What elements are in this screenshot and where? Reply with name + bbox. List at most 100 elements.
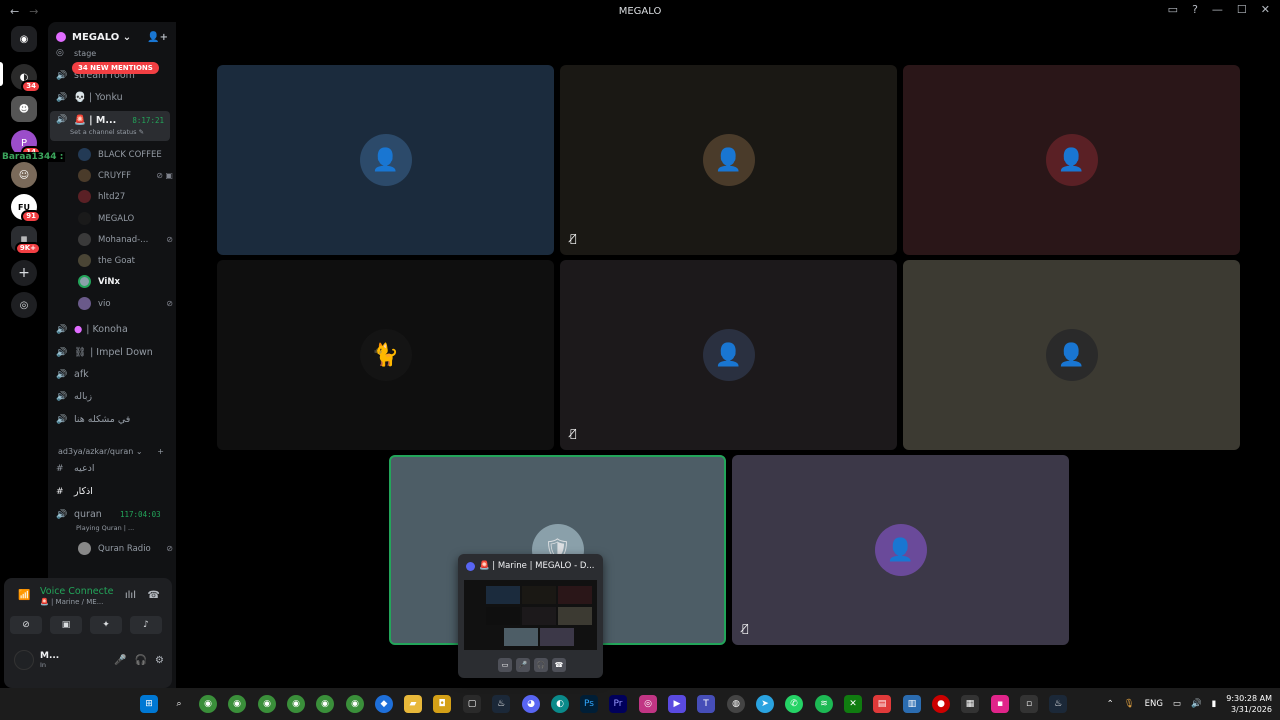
preview-thumbnail[interactable] [464, 580, 597, 650]
screen-share-button[interactable]: ▣ [50, 616, 82, 634]
voice-member[interactable]: BLACK COFFEE [78, 148, 173, 161]
xbox-icon[interactable]: ✕ [844, 695, 862, 713]
participant-tile[interactable]: 👤 [903, 260, 1240, 450]
app-icon[interactable]: ◍ [727, 695, 745, 713]
whatsapp-icon[interactable]: ✆ [785, 695, 803, 713]
server-icon-1[interactable]: ◐ 34 [11, 64, 41, 93]
disconnect-icon[interactable]: ☎ [148, 590, 160, 601]
microphone-icon[interactable]: 🎙 [1124, 699, 1135, 709]
spotify-icon[interactable]: ≋ [815, 695, 833, 713]
channel-status[interactable]: Set a channel status ✎ [70, 128, 144, 136]
channel-afk[interactable]: 🔊 afk [56, 369, 89, 380]
discover-icon[interactable]: ◎ [11, 292, 37, 318]
chevron-up-icon[interactable]: ⌃ [1107, 699, 1114, 709]
voice-member[interactable]: Quran Radio ⊘ [78, 542, 173, 555]
app-icon[interactable]: ▤ [873, 695, 891, 713]
app-icon[interactable]: ◆ [375, 695, 393, 713]
inbox-icon[interactable]: ▭ [1168, 3, 1178, 16]
language-indicator[interactable]: ENG [1145, 699, 1163, 709]
app-icon[interactable]: ● [932, 695, 950, 713]
discord-home-icon[interactable]: ◉ [11, 26, 37, 52]
instagram-icon[interactable]: ◎ [639, 695, 657, 713]
telegram-icon[interactable]: ➤ [756, 695, 774, 713]
channel-active-voice[interactable]: 🔊 🚨 | M... 8:17:21 Set a channel status … [50, 111, 170, 141]
channel-ad3ya[interactable]: # ادعيه [56, 463, 95, 474]
channel-azkar[interactable]: # اذكار [56, 486, 93, 497]
noise-icon[interactable]: ılıl [125, 590, 136, 601]
participant-tile[interactable]: 👤 [903, 65, 1240, 255]
teams-icon[interactable]: T [697, 695, 715, 713]
disconnect-icon[interactable]: ☎ [552, 658, 566, 672]
participant-tile[interactable]: 🐈 [217, 260, 554, 450]
channel-stage[interactable]: ◎ stage [56, 48, 96, 58]
settings-gear-icon[interactable]: ⚙ [155, 655, 164, 666]
display-icon[interactable]: ▭ [1173, 699, 1181, 709]
camera-icon[interactable]: ▭ [498, 658, 512, 672]
microphone-icon[interactable]: 🎤 [114, 655, 126, 666]
chrome-icon[interactable]: ◉ [316, 695, 334, 713]
battery-icon[interactable]: ▮ [1212, 699, 1217, 709]
microphone-icon[interactable]: 🎤 [516, 658, 530, 672]
app-icon[interactable]: ▥ [903, 695, 921, 713]
file-explorer-icon[interactable]: ▰ [404, 695, 422, 713]
chrome-icon[interactable]: ◉ [346, 695, 364, 713]
volume-icon[interactable]: 🔊 [1191, 699, 1202, 709]
clock[interactable]: 9:30:28 AM 3/31/2026 [1226, 693, 1272, 715]
camera-off-button[interactable]: ⊘ [10, 616, 42, 634]
channel-problem[interactable]: 🔊 في مشكله هنا [56, 414, 130, 425]
app-icon[interactable]: ▦ [961, 695, 979, 713]
voice-member[interactable]: vio ⊘ [78, 297, 173, 310]
chrome-icon[interactable]: ◉ [287, 695, 305, 713]
chrome-icon[interactable]: ◉ [228, 695, 246, 713]
activities-button[interactable]: ✦ [90, 616, 122, 634]
server-icon-5[interactable]: FU 91 [11, 194, 41, 223]
app-icon[interactable]: ◘ [433, 695, 451, 713]
channel-impel-down[interactable]: 🔊 ⛓ | Impel Down [56, 347, 153, 358]
chrome-icon[interactable]: ◉ [199, 695, 217, 713]
add-member-icon[interactable]: 👤+ [147, 32, 168, 43]
server-icon-2[interactable]: ☻ [11, 96, 37, 122]
voice-member[interactable]: hltd27 [78, 190, 173, 203]
app-icon[interactable]: ▢ [463, 695, 481, 713]
search-icon[interactable]: ⌕ [170, 695, 188, 713]
discord-icon[interactable]: ◕ [522, 695, 540, 713]
headphones-icon[interactable]: 🎧 [135, 655, 147, 666]
start-icon[interactable]: ⊞ [140, 695, 158, 713]
voice-member[interactable]: CRUYFF ⊘ ▣ [78, 169, 173, 182]
voice-connected-label[interactable]: Voice Connecte [40, 586, 113, 597]
voice-member[interactable]: MEGALO [78, 212, 173, 225]
add-server-icon[interactable]: + [11, 260, 37, 286]
participant-tile[interactable]: 👤 [217, 65, 554, 255]
back-icon[interactable]: ← [10, 5, 19, 18]
close-icon[interactable]: ✕ [1261, 3, 1270, 16]
minimize-icon[interactable]: — [1212, 3, 1223, 16]
help-icon[interactable]: ? [1192, 3, 1198, 16]
new-mentions-badge[interactable]: 34 NEW MENTIONS [72, 62, 159, 74]
voice-member-speaking[interactable]: ViNx [78, 275, 173, 288]
premiere-icon[interactable]: Pr [609, 695, 627, 713]
edge-icon[interactable]: ◐ [551, 695, 569, 713]
category-header[interactable]: ad3ya/azkar/quran ⌄ + [58, 447, 164, 456]
soundboard-button[interactable]: ♪ [130, 616, 162, 634]
photoshop-icon[interactable]: Ps [580, 695, 598, 713]
user-panel[interactable]: M... In 🎤 🎧 ⚙ [14, 650, 164, 670]
participant-tile[interactable]: 👤 🎙̸ [732, 455, 1069, 645]
channel-konoha[interactable]: 🔊 ● | Konoha [56, 324, 128, 335]
steam-icon[interactable]: ♨ [492, 695, 510, 713]
voice-location[interactable]: 🚨 | Marine / ME... [40, 598, 103, 606]
voice-member[interactable]: the Goat [78, 254, 173, 267]
channel-quran[interactable]: 🔊 quran 117:04:03 [56, 509, 161, 520]
channel-yonku[interactable]: 🔊 💀 | Yonku [56, 92, 123, 103]
steam-icon[interactable]: ♨ [1049, 695, 1067, 713]
app-icon[interactable]: ▫ [1020, 695, 1038, 713]
channel-zbala[interactable]: 🔊 زباله [56, 391, 92, 402]
app-icon[interactable]: ▪ [991, 695, 1009, 713]
participant-tile[interactable]: 👤 🎙̸ [560, 65, 897, 255]
server-folder-icon[interactable]: ▦ 9K+ [11, 226, 41, 255]
taskbar-window-preview[interactable]: 🚨 | Marine | MEGALO - D... ▭ 🎤 🎧 ☎ [458, 554, 603, 678]
chrome-icon[interactable]: ◉ [258, 695, 276, 713]
voice-member[interactable]: Mohanad-... ⊘ [78, 233, 173, 246]
server-icon-4[interactable]: ☺ [11, 162, 37, 188]
forward-icon[interactable]: → [29, 5, 38, 18]
maximize-icon[interactable]: ☐ [1237, 3, 1247, 16]
